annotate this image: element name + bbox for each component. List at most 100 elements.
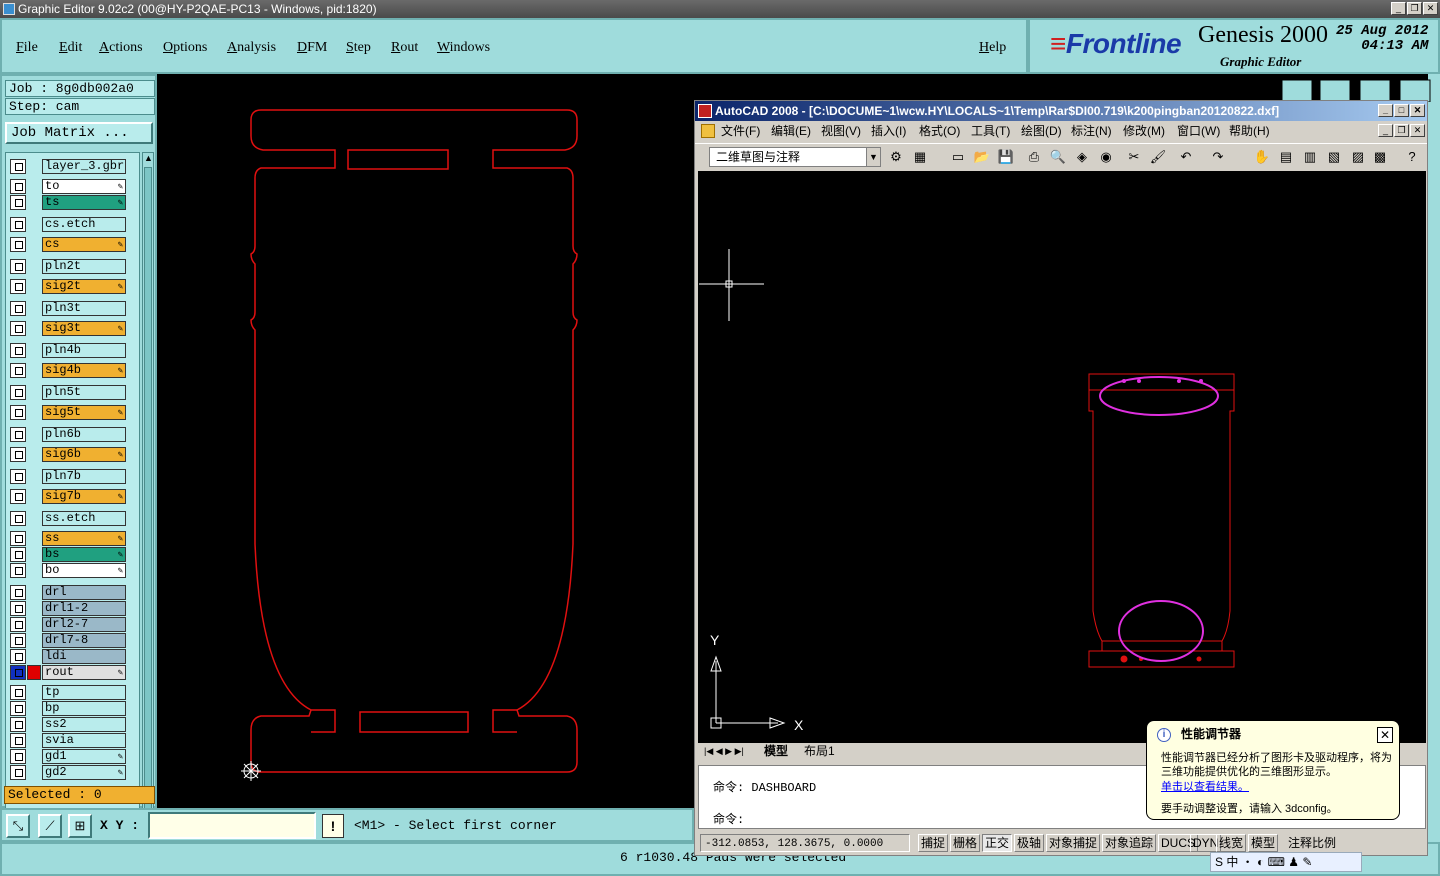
layer-name[interactable]: pln5t bbox=[42, 385, 126, 400]
layer-row[interactable]: rout ✎ bbox=[10, 665, 130, 680]
layer-row[interactable]: pln4b bbox=[10, 343, 130, 358]
layer-checkbox[interactable] bbox=[10, 733, 26, 748]
layer-name[interactable]: pln6b bbox=[42, 427, 126, 442]
tab-nav-icon[interactable]: |◀ ◀ ▶ ▶| bbox=[704, 743, 744, 759]
layer-name[interactable]: ss.etch bbox=[42, 511, 126, 526]
layer-name[interactable]: cs.etch bbox=[42, 217, 126, 232]
acad-menu-modify[interactable]: 修改(M) bbox=[1123, 121, 1165, 141]
layer-checkbox[interactable] bbox=[10, 469, 26, 484]
layer-row[interactable]: sig5t ✎ bbox=[10, 405, 130, 420]
layer-checkbox[interactable] bbox=[10, 179, 26, 194]
layer-name[interactable]: tp bbox=[42, 685, 126, 700]
layer-row[interactable]: drl2-7 bbox=[10, 617, 130, 632]
menu-analysis[interactable]: Analysis bbox=[227, 40, 276, 56]
layer-name[interactable]: ss2 bbox=[42, 717, 126, 732]
alert-icon[interactable]: ! bbox=[322, 814, 344, 838]
layer-checkbox[interactable] bbox=[10, 765, 26, 780]
layer-row[interactable]: sig7b ✎ bbox=[10, 489, 130, 504]
menu-step[interactable]: Step bbox=[346, 40, 371, 56]
layer-checkbox[interactable] bbox=[10, 301, 26, 316]
layer-name[interactable]: sig5t ✎ bbox=[42, 405, 126, 420]
layer-checkbox[interactable] bbox=[10, 259, 26, 274]
open-file-icon[interactable]: 📂 bbox=[973, 148, 991, 166]
layer-row[interactable]: gd2 ✎ bbox=[10, 765, 130, 780]
menu-dfm[interactable]: DFM bbox=[297, 40, 327, 56]
layer-checkbox[interactable] bbox=[10, 343, 26, 358]
layer-row[interactable]: pln3t bbox=[10, 301, 130, 316]
layer-row[interactable]: sig6b ✎ bbox=[10, 447, 130, 462]
close-button[interactable]: ✕ bbox=[1423, 2, 1438, 15]
acad-menu-file[interactable]: 文件(F) bbox=[721, 121, 760, 141]
otrack-toggle[interactable]: 对象追踪 bbox=[1102, 834, 1157, 852]
layer-scrollbar[interactable]: ▲ ▼ bbox=[142, 152, 154, 858]
command-prompt[interactable]: 命令: bbox=[713, 810, 744, 827]
layer-row[interactable]: drl1-2 bbox=[10, 601, 130, 616]
layer-row[interactable]: tp bbox=[10, 685, 130, 700]
layer-checkbox[interactable] bbox=[10, 547, 26, 562]
layer-name[interactable]: drl bbox=[42, 585, 126, 600]
layer-checkbox[interactable] bbox=[10, 363, 26, 378]
match-properties-icon[interactable]: 🖌 bbox=[1149, 148, 1167, 166]
coordinate-readout[interactable]: -312.0853, 128.3675, 0.0000 bbox=[700, 834, 910, 852]
layer-checkbox[interactable] bbox=[10, 159, 26, 174]
layer-checkbox[interactable] bbox=[10, 617, 26, 632]
layer-row[interactable]: sig4b ✎ bbox=[10, 363, 130, 378]
scroll-up-icon[interactable]: ▲ bbox=[144, 153, 153, 163]
layer-name[interactable]: bp bbox=[42, 701, 126, 716]
layer-name[interactable]: pln3t bbox=[42, 301, 126, 316]
layer-checkbox[interactable] bbox=[10, 531, 26, 546]
layer-name[interactable]: pln7b bbox=[42, 469, 126, 484]
layer-row[interactable]: bo ✎ bbox=[10, 563, 130, 578]
layer-name[interactable]: pln2t bbox=[42, 259, 126, 274]
layer-checkbox[interactable] bbox=[10, 217, 26, 232]
tab-model[interactable]: 模型 bbox=[764, 743, 788, 759]
layer-name[interactable]: drl1-2 bbox=[42, 601, 126, 616]
zoom-area-icon[interactable]: ⤡ bbox=[6, 814, 30, 838]
design-center-icon[interactable]: ▥ bbox=[1301, 148, 1319, 166]
layer-row[interactable]: sig3t ✎ bbox=[10, 321, 130, 336]
acad-menu-format[interactable]: 格式(O) bbox=[919, 121, 960, 141]
plot-preview-icon[interactable]: 🔍 bbox=[1049, 148, 1067, 166]
layer-name[interactable]: sig7b ✎ bbox=[42, 489, 126, 504]
layer-row[interactable]: pln5t bbox=[10, 385, 130, 400]
layer-row[interactable]: cs ✎ bbox=[10, 237, 130, 252]
menu-actions[interactable]: Actions bbox=[99, 40, 143, 56]
menu-edit[interactable]: Edit bbox=[59, 40, 82, 56]
measure-icon[interactable]: ⟋ bbox=[38, 814, 62, 838]
layer-checkbox[interactable] bbox=[10, 511, 26, 526]
ortho-toggle[interactable]: 正交 bbox=[982, 834, 1013, 852]
workspace-select[interactable]: 二维草图与注释 ▼ bbox=[709, 147, 881, 167]
model-toggle[interactable]: 模型 bbox=[1248, 834, 1279, 852]
autocad-close-button[interactable]: ✕ bbox=[1410, 104, 1425, 117]
cut-icon[interactable]: ✂ bbox=[1125, 148, 1143, 166]
layer-name[interactable]: ts ✎ bbox=[42, 195, 126, 210]
layer-row[interactable]: ts ✎ bbox=[10, 195, 130, 210]
layer-checkbox[interactable] bbox=[10, 717, 26, 732]
tool-palettes-icon[interactable]: ▧ bbox=[1325, 148, 1343, 166]
layer-name[interactable]: gd2 ✎ bbox=[42, 765, 126, 780]
layer-checkbox[interactable] bbox=[10, 427, 26, 442]
layer-name[interactable]: svia bbox=[42, 733, 126, 748]
layer-name[interactable]: ldi bbox=[42, 649, 126, 664]
acad-menu-view[interactable]: 视图(V) bbox=[821, 121, 861, 141]
save-icon[interactable]: 💾 bbox=[997, 148, 1015, 166]
balloon-link[interactable]: 单击以查看结果。 bbox=[1161, 780, 1249, 794]
layer-name[interactable]: sig3t ✎ bbox=[42, 321, 126, 336]
workspace-settings-icon[interactable]: ⚙ bbox=[887, 148, 905, 166]
menu-file[interactable]: File bbox=[16, 40, 38, 56]
menu-help[interactable]: Help bbox=[979, 40, 1006, 56]
menu-rout[interactable]: Rout bbox=[391, 40, 418, 56]
layer-checkbox[interactable] bbox=[10, 405, 26, 420]
layer-row[interactable]: pln7b bbox=[10, 469, 130, 484]
drawing-minimize-button[interactable]: _ bbox=[1378, 124, 1393, 137]
acad-menu-window[interactable]: 窗口(W) bbox=[1177, 121, 1220, 141]
drawing-close-button[interactable]: ✕ bbox=[1410, 124, 1425, 137]
layer-checkbox[interactable] bbox=[10, 563, 26, 578]
acad-menu-insert[interactable]: 插入(I) bbox=[871, 121, 906, 141]
layer-checkbox[interactable] bbox=[10, 585, 26, 600]
layer-name[interactable]: layer_3.gbr bbox=[42, 159, 126, 174]
layer-row[interactable]: pln6b bbox=[10, 427, 130, 442]
drawing-restore-button[interactable]: ❐ bbox=[1394, 124, 1409, 137]
layer-checkbox[interactable] bbox=[10, 447, 26, 462]
layer-checkbox[interactable] bbox=[10, 633, 26, 648]
